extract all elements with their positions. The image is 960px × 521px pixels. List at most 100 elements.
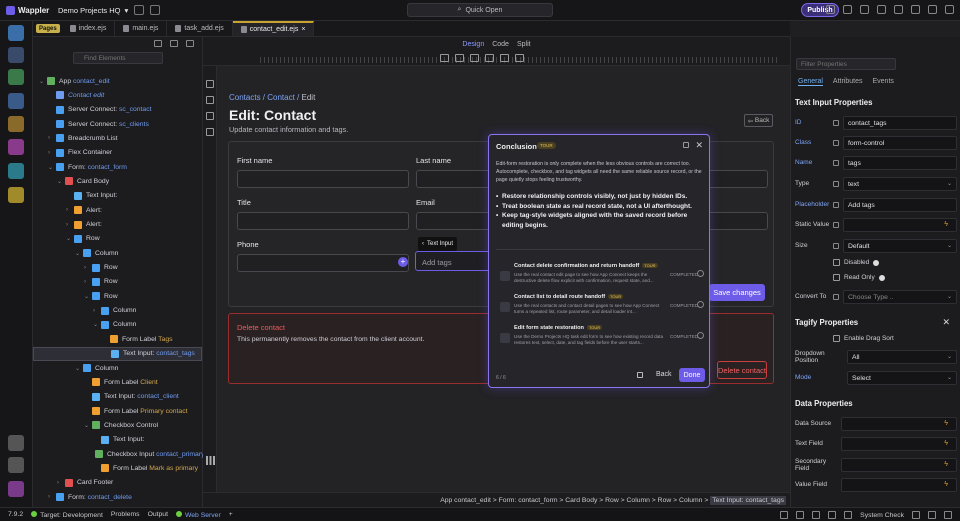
tablet-landscape-icon[interactable] — [470, 54, 479, 62]
tree-item[interactable]: ⌄ Row — [33, 289, 202, 303]
readonly-checkbox[interactable]: Read Only — [833, 274, 885, 281]
tree-item[interactable]: ⌄ Checkbox Control — [33, 418, 202, 432]
chevron-icon[interactable]: ⌄ — [39, 78, 45, 85]
drag-sort-checkbox[interactable]: Enable Drag Sort — [833, 335, 894, 342]
desktop-icon[interactable] — [500, 54, 509, 62]
back-button[interactable]: ⇦ Back — [744, 114, 773, 127]
path-item[interactable]: Row — [658, 497, 672, 504]
tree-item[interactable]: Text Input: — [33, 433, 202, 447]
bind-icon[interactable] — [833, 119, 839, 126]
chevron-icon[interactable]: ⌄ — [48, 164, 54, 171]
done-button[interactable]: Done — [679, 368, 705, 382]
chevron-icon[interactable]: ⌄ — [75, 365, 81, 372]
code-icon[interactable] — [170, 40, 178, 47]
add-icon[interactable]: + — [229, 511, 233, 518]
edit-icon[interactable] — [683, 142, 689, 148]
bind-icon[interactable] — [833, 293, 839, 300]
edit-icon[interactable] — [844, 511, 853, 519]
bell-icon[interactable] — [877, 5, 886, 14]
data-source-field[interactable]: ϟ — [841, 416, 957, 431]
tab-index[interactable]: index.ejs — [62, 21, 116, 36]
breadcrumb-contact[interactable]: Contact — [267, 93, 295, 102]
dropdown-position-select[interactable]: All ⌄ — [847, 349, 957, 364]
extensions-icon[interactable] — [8, 435, 24, 451]
type-select[interactable]: text ⌄ — [843, 176, 957, 191]
maximize-icon[interactable] — [928, 5, 937, 14]
output-button[interactable]: Output — [148, 511, 168, 518]
chevron-icon[interactable]: › — [93, 308, 99, 314]
components-icon[interactable] — [8, 47, 24, 63]
path-item-current[interactable]: Text Input: contact_tags — [710, 495, 786, 505]
problems-button[interactable]: Problems — [111, 511, 140, 518]
tree-item[interactable]: Form Label Client — [33, 375, 202, 389]
next-tour-item[interactable]: Contact delete confirmation and return h… — [496, 263, 704, 291]
id-field[interactable]: contact_tags — [843, 115, 957, 130]
web-server-button[interactable]: Web Server — [175, 510, 221, 519]
delete-contact-button[interactable]: Delete contact — [717, 361, 767, 379]
tablet-icon[interactable] — [455, 54, 464, 62]
tree-item[interactable]: › Alert: — [33, 218, 202, 232]
disabled-checkbox[interactable]: Disabled — [833, 259, 880, 266]
bell-icon[interactable] — [944, 511, 952, 519]
secondary-field-input[interactable]: ϟ — [841, 457, 957, 472]
account-icon[interactable] — [8, 481, 24, 497]
tree-item[interactable]: ⌄ Form: contact_form — [33, 160, 202, 174]
placeholder-field[interactable]: Add tags — [843, 197, 957, 212]
add-element-button[interactable]: + — [398, 257, 408, 267]
chevron-icon[interactable]: ⌄ — [66, 235, 72, 242]
grid-icon[interactable] — [206, 456, 215, 465]
path-item[interactable]: Column — [679, 497, 702, 504]
convert-select[interactable]: Choose Type .. ⌄ — [843, 289, 957, 304]
drop-icon[interactable] — [860, 5, 869, 14]
bind-icon[interactable] — [833, 221, 839, 228]
dynamic-icon[interactable]: ϟ — [944, 481, 948, 488]
tree-item[interactable]: Text Input: contact_client — [33, 390, 202, 404]
find-elements-input[interactable] — [73, 52, 163, 64]
target-selector[interactable]: Target: Development — [31, 510, 103, 519]
next-tour-item[interactable]: Edit form state restoration TOUR Use the … — [496, 325, 704, 353]
tree-item[interactable]: ⌄ Column — [33, 318, 202, 332]
pages-tag[interactable]: Pages — [36, 24, 60, 33]
text-icon[interactable] — [206, 80, 214, 88]
tree-item[interactable]: › Column — [33, 304, 202, 318]
value-field-input[interactable]: ϟ — [841, 477, 957, 492]
dynamic-icon[interactable]: ϟ — [944, 440, 948, 447]
close-icon[interactable]: ✕ — [942, 317, 950, 328]
lock-icon[interactable] — [928, 511, 936, 519]
dynamic-icon[interactable]: ϟ — [944, 461, 948, 468]
chevron-icon[interactable]: ⌄ — [75, 250, 81, 257]
tree-item[interactable]: › Alert: — [33, 203, 202, 217]
path-item[interactable]: Card Body — [565, 497, 597, 504]
pointer-icon[interactable] — [206, 96, 214, 104]
bind-icon[interactable] — [833, 201, 839, 208]
tree-item[interactable]: ⌄ Column — [33, 246, 202, 260]
tree-item[interactable]: ⌄ Column — [33, 361, 202, 375]
chevron-icon[interactable]: ⌄ — [57, 178, 63, 185]
size-select[interactable]: Default ⌄ — [843, 238, 957, 253]
routes-icon[interactable] — [8, 116, 24, 132]
close-icon[interactable] — [945, 5, 954, 14]
wide-icon[interactable] — [515, 54, 524, 62]
path-item[interactable]: Column — [627, 497, 650, 504]
trash-icon[interactable] — [206, 112, 214, 120]
tree-item[interactable]: Text Input: — [33, 189, 202, 203]
chevron-icon[interactable]: › — [48, 135, 54, 141]
static-value-field[interactable]: ϟ — [843, 217, 957, 232]
tree-item[interactable]: › Row — [33, 261, 202, 275]
like-icon[interactable] — [828, 511, 837, 519]
chevron-icon[interactable]: › — [66, 207, 72, 213]
close-icon[interactable]: ✕ — [695, 140, 703, 151]
tree-item[interactable]: Form Label Primary contact — [33, 404, 202, 418]
tree-item[interactable]: Contact edit — [33, 88, 202, 102]
mobile-icon[interactable] — [440, 54, 449, 62]
tab-task-add[interactable]: task_add.ejs — [167, 21, 233, 36]
settings-icon[interactable] — [134, 5, 145, 15]
close-icon[interactable]: × — [301, 26, 305, 33]
minimize-icon[interactable] — [911, 5, 920, 14]
robot-icon[interactable] — [8, 187, 24, 203]
project-selector[interactable]: Demo Projects HQ ▾ — [58, 6, 128, 15]
chevron-icon[interactable]: › — [66, 222, 72, 228]
mode-select[interactable]: Select ⌄ — [847, 370, 957, 385]
dynamic-icon[interactable]: ϟ — [944, 420, 948, 427]
tree-item[interactable]: › Form: contact_delete — [33, 490, 202, 504]
